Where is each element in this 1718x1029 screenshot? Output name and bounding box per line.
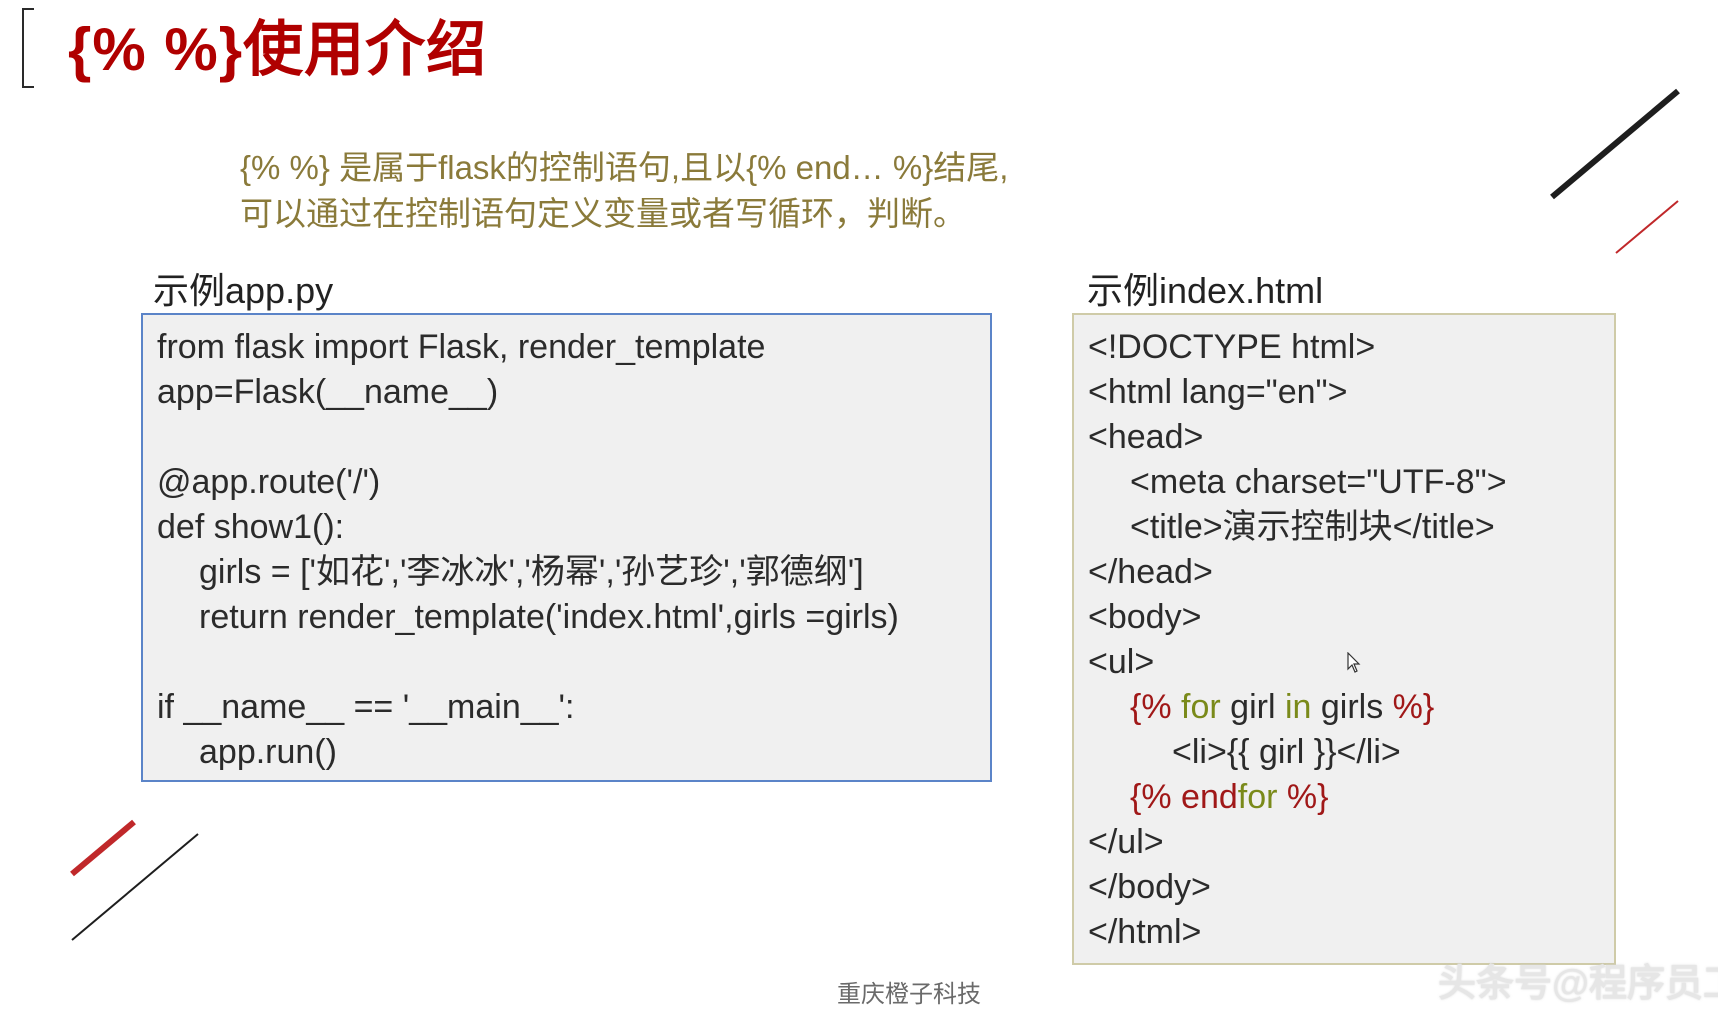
code-line: </html> [1088, 913, 1202, 951]
code-line: from flask import Flask, render_template [157, 328, 766, 366]
code-line: <head> [1088, 418, 1204, 456]
code-line: app=Flask(__name__) [157, 373, 499, 411]
intro-line-1: {% %} 是属于flask的控制语句,且以{% end… %}结尾, [240, 149, 1009, 186]
var-girl: girl [1220, 688, 1285, 726]
code-line: if __name__ == '__main__': [157, 688, 575, 726]
for-loop-line: {% for girl in girls %} [1088, 685, 1614, 730]
code-line: girls = ['如花','李冰冰','杨幂','孙艺珍','郭德纲'] [199, 553, 864, 591]
app-py-code-box: from flask import Flask, render_template… [141, 313, 992, 782]
code-line: return render_template('index.html',girl… [199, 598, 899, 636]
code-line: </ul> [1088, 823, 1164, 861]
code-line: @app.route('/') [157, 463, 381, 501]
deco-line-bottom-left-dark [71, 833, 199, 941]
code-line: def show1(): [157, 508, 345, 546]
code-line: <title>演示控制块</title> [1130, 508, 1495, 546]
intro-line-2: 可以通过在控制语句定义变量或者写循环，判断。 [240, 195, 966, 232]
index-html-label: 示例index.html [1087, 270, 1324, 311]
mouse-cursor-icon [1347, 652, 1361, 673]
endfor-line: {% endfor %} [1088, 775, 1614, 820]
tag-close: %} [1392, 688, 1435, 726]
code-line: <body> [1088, 598, 1202, 636]
code-line: </body> [1088, 868, 1211, 906]
var-girls: girls [1311, 688, 1393, 726]
tag-close: %} [1277, 778, 1329, 816]
tag-open-end: {% end [1130, 778, 1238, 816]
code-line: </head> [1088, 553, 1213, 591]
keyword-for: for [1181, 688, 1221, 726]
code-line: <html lang="en"> [1088, 373, 1348, 411]
intro-text: {% %} 是属于flask的控制语句,且以{% end… %}结尾, 可以通过… [240, 145, 1008, 237]
tag-open: {% [1130, 688, 1182, 726]
title-bracket [22, 8, 34, 88]
keyword-endfor: for [1237, 778, 1278, 816]
deco-line-top-right-red [1615, 200, 1679, 254]
index-html-code-box: <!DOCTYPE html> <html lang="en"> <head> … [1072, 313, 1616, 965]
keyword-in: in [1284, 688, 1312, 726]
deco-line-bottom-left-red [70, 819, 136, 877]
watermark: 头条号@程序员工作室 [1438, 963, 1718, 1005]
page-title: {% %}使用介绍 [68, 16, 488, 83]
app-py-label: 示例app.py [153, 270, 334, 311]
code-line: <!DOCTYPE html> [1088, 328, 1376, 366]
code-line: <li>{{ girl }}</li> [1172, 733, 1401, 771]
code-line: app.run() [199, 733, 337, 771]
slide: {% %}使用介绍 {% %} 是属于flask的控制语句,且以{% end… … [0, 0, 1718, 1029]
deco-line-top-right-dark [1550, 88, 1680, 200]
code-line: <meta charset="UTF-8"> [1130, 463, 1507, 501]
